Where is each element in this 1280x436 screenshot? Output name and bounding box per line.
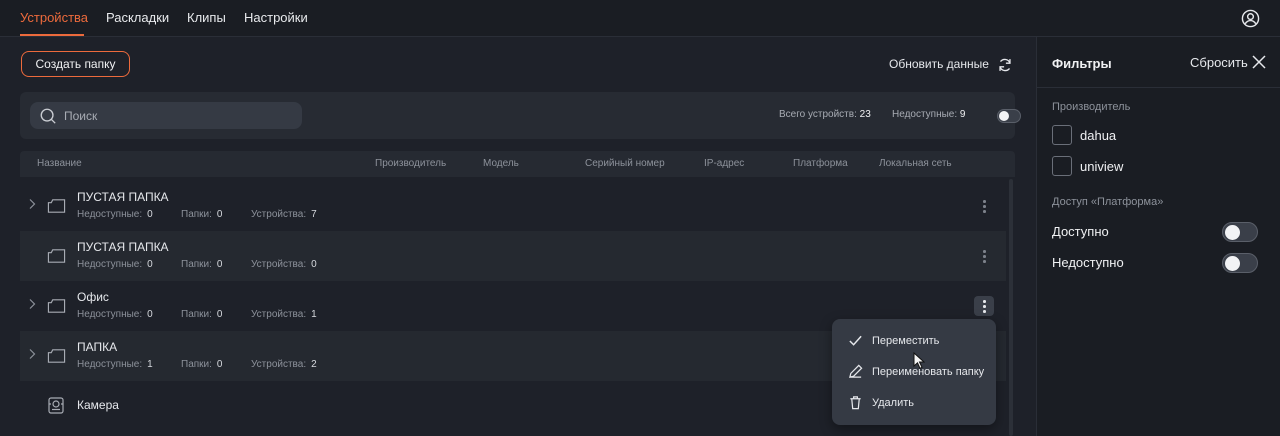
chevron-right-icon[interactable]: [27, 348, 37, 360]
mouse-cursor-icon: [913, 352, 925, 369]
row-unavailable: Недоступные: 0: [77, 209, 153, 220]
row-devices: Устройства: 2: [251, 359, 317, 370]
user-circle-icon[interactable]: [1241, 9, 1260, 28]
column-platform[interactable]: Платформа: [793, 158, 848, 169]
row-folders: Папки: 0: [181, 259, 223, 270]
search-panel: Всего устройств: 23 Недоступные: 9: [20, 92, 1021, 139]
filters-sidebar: Фильтры Сбросить Производитель dahua uni…: [1036, 37, 1280, 436]
search-input[interactable]: [64, 102, 294, 129]
trash-icon: [850, 396, 861, 410]
row-unavailable: Недоступные: 1: [77, 359, 153, 370]
row-title: Камера: [77, 398, 119, 412]
row-title: ПУСТАЯ ПАПКА: [77, 190, 169, 204]
column-local-network[interactable]: Локальная сеть: [879, 158, 952, 169]
row-folders: Папки: 0: [181, 209, 223, 220]
refresh-icon[interactable]: [996, 56, 1014, 74]
reset-filters-button[interactable]: Сбросить: [1190, 55, 1248, 70]
row-menu-icon[interactable]: [974, 296, 994, 316]
row-folders: Папки: 0: [181, 309, 223, 320]
tab-layouts[interactable]: Раскладки: [106, 10, 169, 25]
table-scrollbar[interactable]: [1009, 179, 1013, 436]
row-devices: Устройства: 7: [251, 209, 317, 220]
refresh-data-button[interactable]: Обновить данные: [889, 57, 989, 71]
row-devices: Устройства: 0: [251, 259, 317, 270]
available-label: Доступно: [1052, 224, 1109, 239]
search-icon: [40, 108, 56, 124]
unavailable-devices-count: Недоступные: 9: [892, 109, 966, 120]
row-unavailable: Недоступные: 0: [77, 259, 153, 270]
row-title: ПАПКА: [77, 340, 118, 354]
active-tab-indicator: [20, 34, 84, 36]
row-title: ПУСТАЯ ПАПКА: [77, 240, 169, 254]
filters-title: Фильтры: [1052, 56, 1112, 71]
tab-settings[interactable]: Настройки: [244, 10, 308, 25]
chevron-right-icon[interactable]: [27, 298, 37, 310]
row-context-menu: Переместить Переименовать папку Удалить: [832, 319, 996, 425]
menu-item-delete[interactable]: Удалить: [832, 388, 996, 418]
folder-icon: [47, 299, 66, 313]
folder-icon: [47, 249, 66, 263]
top-navigation: Устройства Раскладки Клипы Настройки: [0, 0, 1280, 37]
checkbox-dahua[interactable]: [1052, 125, 1072, 145]
pencil-icon: [849, 364, 863, 378]
close-icon[interactable]: [1252, 55, 1266, 69]
unavailable-label: Недоступно: [1052, 255, 1124, 270]
tab-clips[interactable]: Клипы: [187, 10, 226, 25]
available-toggle[interactable]: [1222, 222, 1258, 242]
checkbox-label-dahua: dahua: [1080, 128, 1117, 143]
unavailable-filter-toggle[interactable]: [1222, 253, 1258, 273]
check-icon: [849, 335, 862, 346]
column-serial-number[interactable]: Серийный номер: [585, 158, 665, 169]
row-devices: Устройства: 1: [251, 309, 317, 320]
search-box[interactable]: [30, 102, 302, 129]
camera-icon: [48, 397, 64, 414]
row-folders: Папки: 0: [181, 359, 223, 370]
total-devices-count: Всего устройств: 23: [779, 109, 871, 120]
unavailable-toggle[interactable]: [997, 109, 1021, 123]
row-title: Офис: [77, 290, 109, 304]
tab-devices[interactable]: Устройства: [20, 10, 88, 25]
create-folder-button[interactable]: Создать папку: [21, 51, 130, 77]
folder-icon: [47, 349, 66, 363]
divider: [1037, 87, 1280, 88]
access-section-label: Доступ «Платформа»: [1052, 196, 1164, 208]
manufacturer-section-label: Производитель: [1052, 101, 1131, 113]
column-name[interactable]: Название: [37, 158, 82, 169]
column-ip-address[interactable]: IP-адрес: [704, 158, 744, 169]
table-row[interactable]: ПУСТАЯ ПАПКА Недоступные: 0 Папки: 0 Устро…: [20, 181, 1006, 231]
row-menu-icon[interactable]: [974, 246, 994, 266]
table-header: Название Производитель Модель Серийный н…: [20, 151, 1015, 177]
table-row[interactable]: ПУСТАЯ ПАПКА Недоступные: 0 Папки: 0 Устро…: [20, 231, 1006, 281]
folder-icon: [47, 199, 66, 213]
checkbox-label-uniview: uniview: [1080, 159, 1124, 174]
checkbox-uniview[interactable]: [1052, 156, 1072, 176]
row-unavailable: Недоступные: 0: [77, 309, 153, 320]
chevron-right-icon[interactable]: [27, 198, 37, 210]
row-menu-icon[interactable]: [974, 196, 994, 216]
column-manufacturer[interactable]: Производитель: [375, 158, 446, 169]
column-model[interactable]: Модель: [483, 158, 519, 169]
